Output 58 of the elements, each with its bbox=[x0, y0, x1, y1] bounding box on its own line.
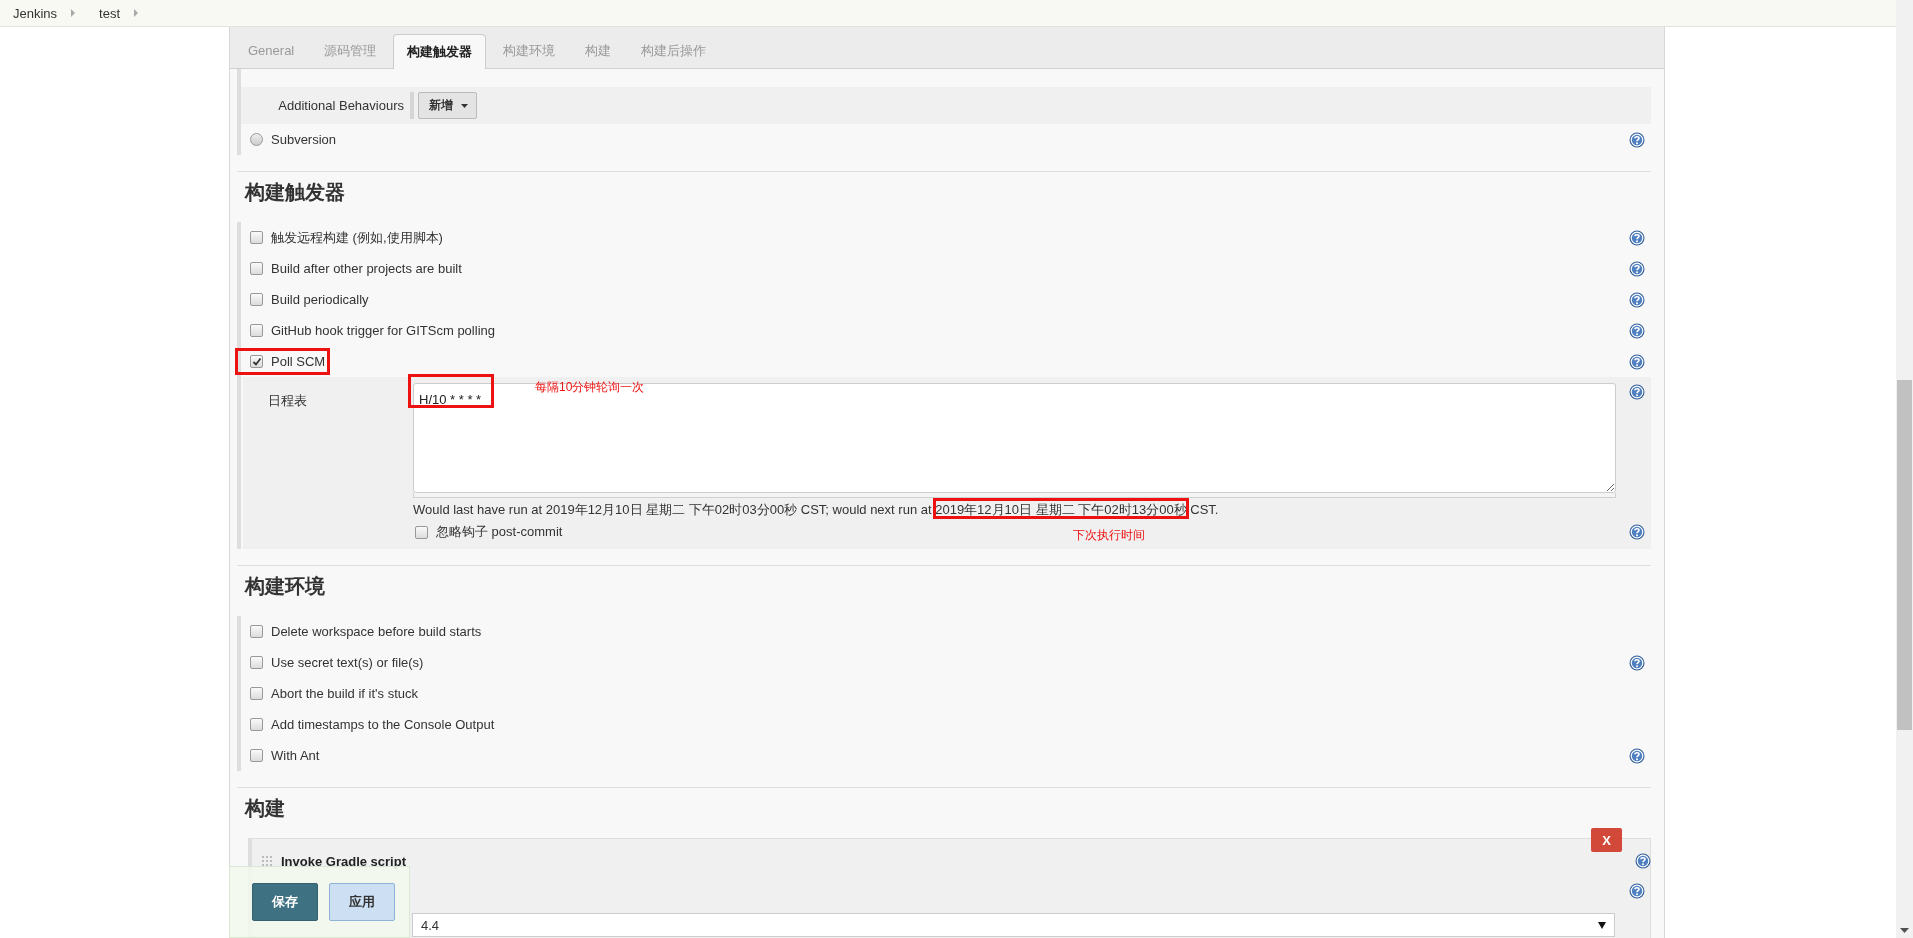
checkbox[interactable] bbox=[415, 525, 428, 539]
help-icon[interactable] bbox=[1629, 654, 1645, 671]
scrollbar-thumb[interactable] bbox=[1897, 380, 1912, 730]
dropdown-arrow-icon[interactable] bbox=[1598, 921, 1606, 929]
help-icon[interactable] bbox=[1629, 883, 1645, 899]
help-icon[interactable] bbox=[1629, 229, 1645, 246]
resize-handle[interactable] bbox=[413, 493, 1616, 498]
section-heading: 构建环境 bbox=[245, 574, 326, 598]
help-icon[interactable] bbox=[1629, 524, 1645, 540]
scroll-down-icon[interactable] bbox=[1900, 928, 1909, 933]
checkbox[interactable] bbox=[250, 656, 263, 669]
checkbox[interactable] bbox=[250, 324, 263, 337]
annotation-text: 下次执行时间 bbox=[1073, 527, 1146, 544]
checkbox[interactable] bbox=[250, 625, 263, 638]
help-icon[interactable] bbox=[1635, 853, 1651, 869]
option-label: Delete workspace before build starts bbox=[271, 624, 482, 639]
drag-handle-icon[interactable] bbox=[262, 856, 272, 866]
option-label: Use secret text(s) or file(s) bbox=[271, 655, 424, 670]
save-button[interactable]: 保存 bbox=[252, 883, 318, 921]
checkbox[interactable] bbox=[250, 749, 263, 762]
option-label: GitHub hook trigger for GITScm polling bbox=[271, 323, 495, 338]
checkbox[interactable] bbox=[250, 718, 263, 731]
add-dropdown-button[interactable]: 新增 bbox=[418, 92, 477, 119]
scrollbar[interactable] bbox=[1896, 0, 1913, 938]
option-label: Build periodically bbox=[271, 292, 369, 307]
option-label: With Ant bbox=[271, 748, 320, 763]
caret-icon[interactable] bbox=[461, 103, 468, 108]
help-icon[interactable] bbox=[1629, 291, 1645, 308]
option-label: Abort the build if it's stuck bbox=[271, 686, 418, 701]
help-icon[interactable] bbox=[1629, 747, 1645, 764]
section-heading: 构建触发器 bbox=[245, 180, 346, 204]
breadcrumb-link[interactable]: Jenkins bbox=[13, 5, 58, 21]
checkbox[interactable] bbox=[250, 231, 263, 244]
help-icon[interactable] bbox=[1629, 384, 1645, 400]
option-label: Poll SCM bbox=[271, 354, 326, 369]
field-label: Additional Behaviours bbox=[277, 98, 404, 113]
version-dropdown[interactable]: 4.4 bbox=[412, 913, 1615, 937]
option-label: Add timestamps to the Console Output bbox=[271, 717, 495, 732]
checkbox[interactable] bbox=[250, 262, 263, 275]
help-icon[interactable] bbox=[1629, 260, 1645, 277]
field-label: 日程表 bbox=[267, 392, 308, 410]
tab[interactable]: 构建触发器 bbox=[393, 34, 487, 69]
option-label: 忽略钩子 post-commit bbox=[436, 523, 563, 541]
help-icon[interactable] bbox=[1629, 353, 1645, 370]
schedule-note: Would last have run at 2019年12月10日 星期二 下午02时03分00秒 CST; would next run at 2019年12月10日 星期二 下午02时13分00秒 CST. bbox=[413, 501, 1220, 519]
help-icon[interactable] bbox=[1629, 322, 1645, 339]
help-icon[interactable] bbox=[1629, 131, 1645, 148]
section-heading: 构建 bbox=[245, 796, 286, 820]
checkbox[interactable] bbox=[250, 687, 263, 700]
checkbox[interactable] bbox=[250, 293, 263, 306]
delete-button[interactable]: X bbox=[1591, 828, 1622, 852]
radio-button[interactable] bbox=[250, 133, 263, 146]
option-label: Subversion bbox=[271, 132, 337, 147]
option-label: Build after other projects are built bbox=[271, 261, 462, 276]
option-label: 触发远程构建 (例如,使用脚本) bbox=[271, 228, 443, 247]
breadcrumb-link[interactable]: test bbox=[99, 5, 121, 21]
step-title: Invoke Gradle script bbox=[281, 853, 406, 869]
apply-button[interactable]: 应用 bbox=[329, 883, 395, 921]
